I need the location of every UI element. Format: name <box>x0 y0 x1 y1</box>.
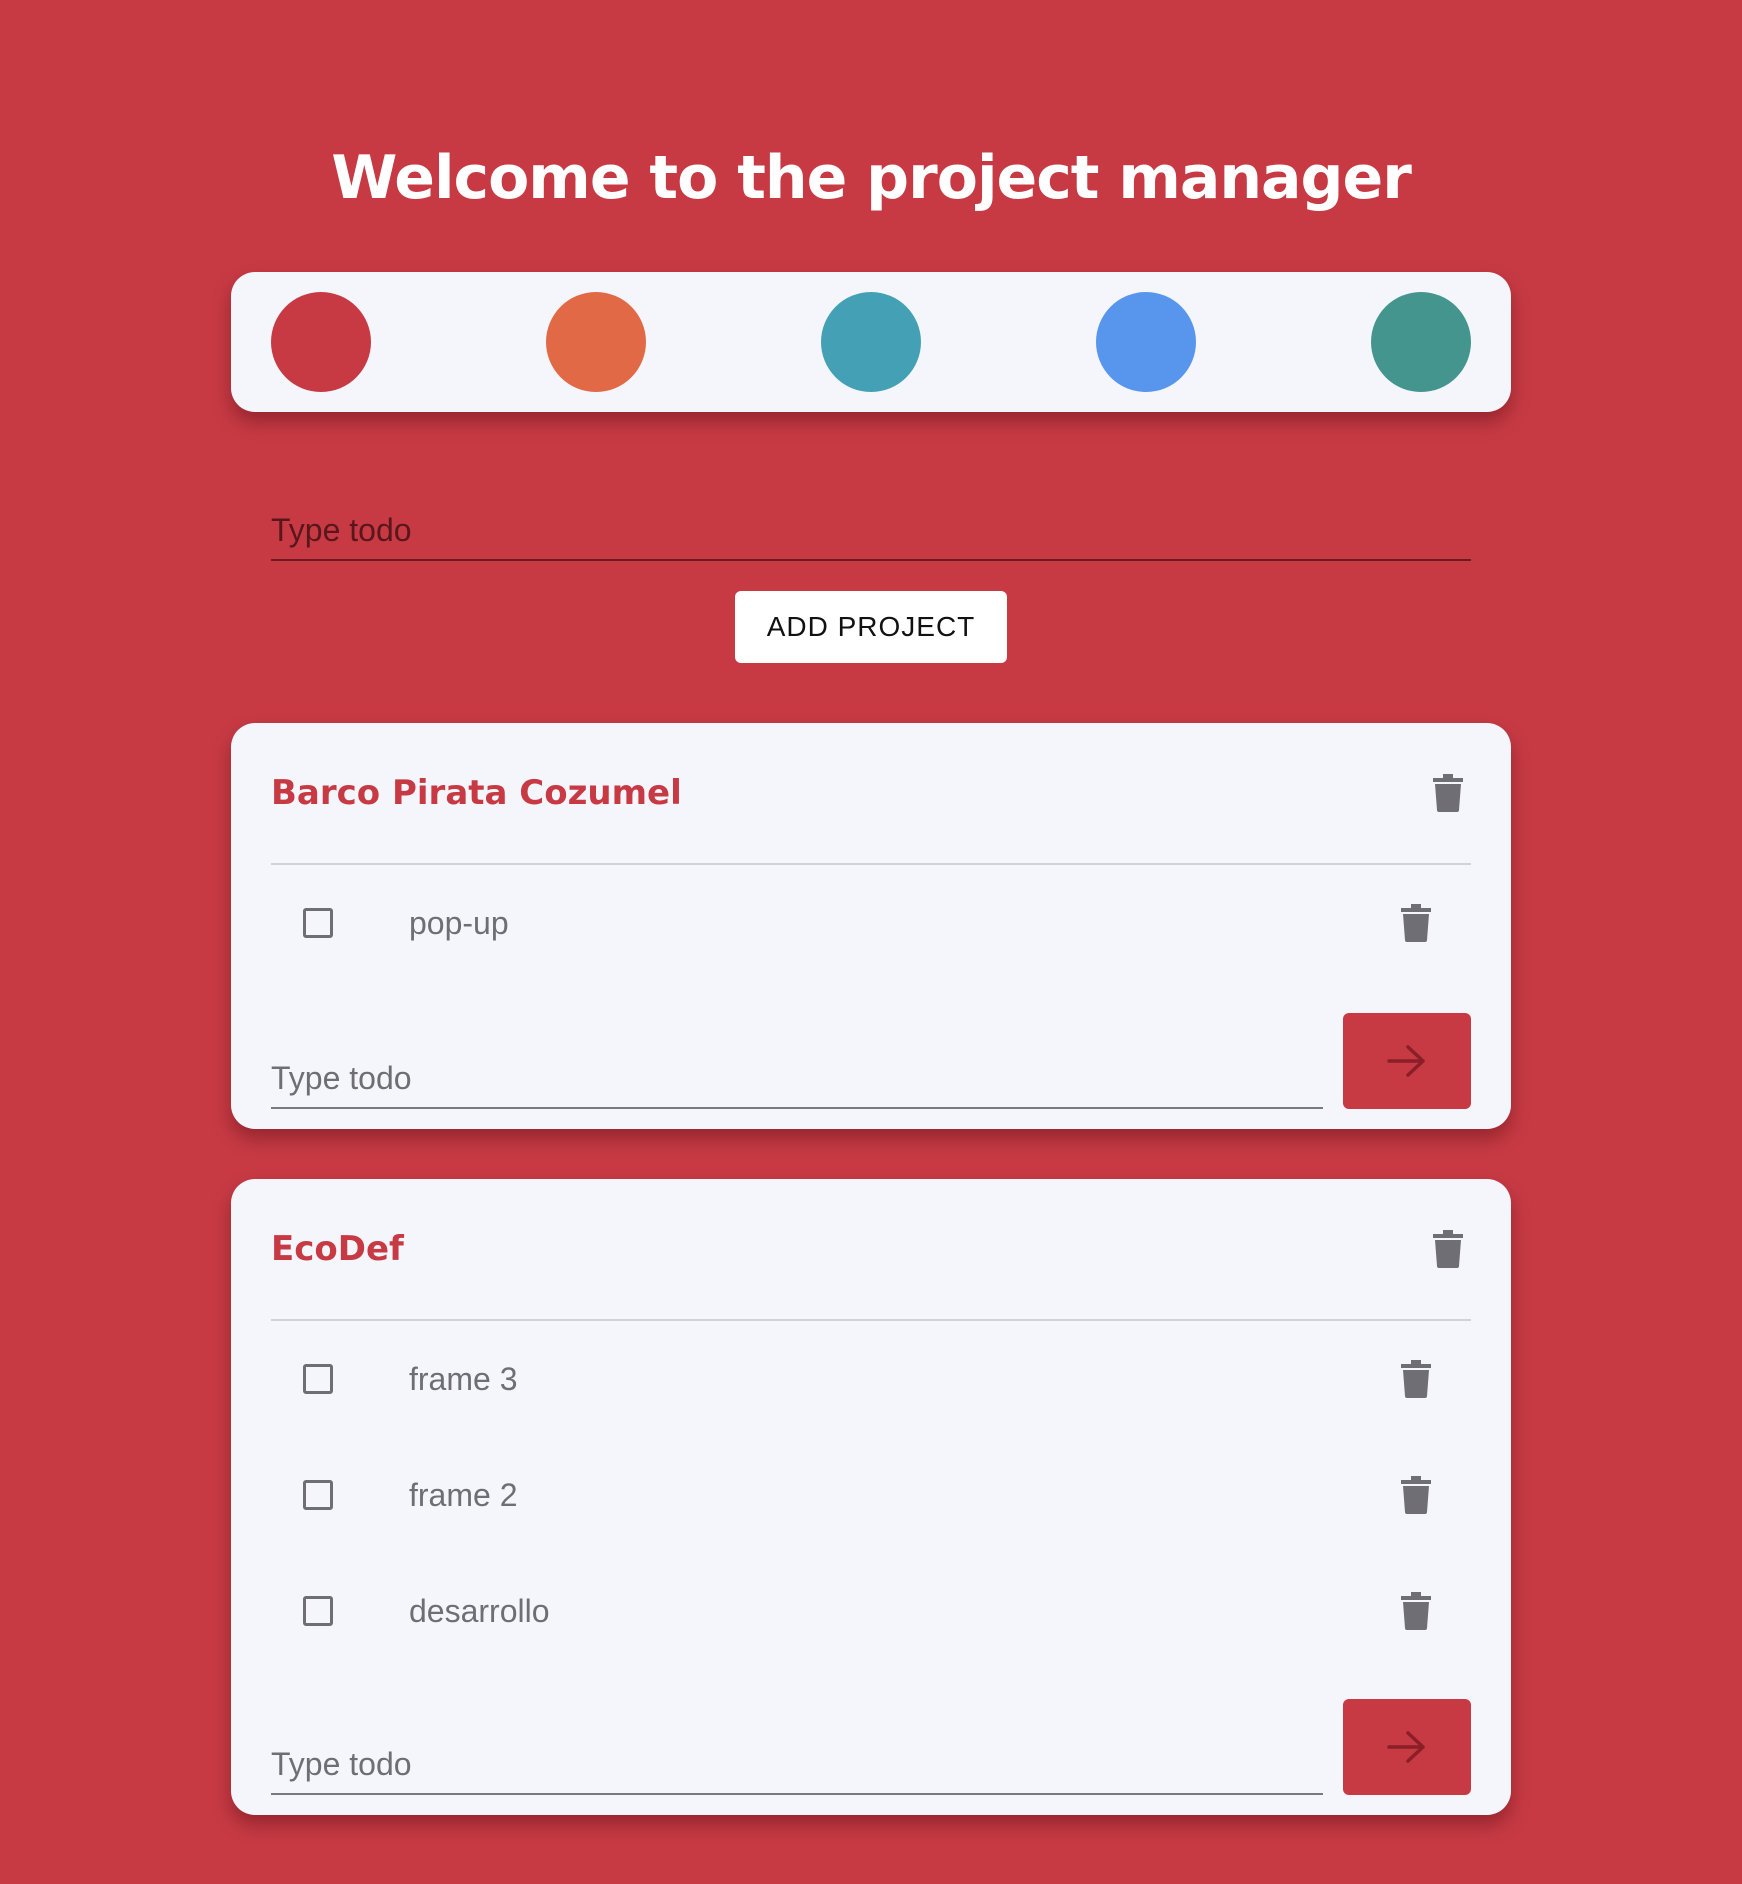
color-swatch-green[interactable] <box>1371 292 1471 392</box>
add-project-button[interactable]: ADD PROJECT <box>734 591 1008 663</box>
add-todo-button[interactable] <box>1343 1013 1471 1109</box>
color-swatch-blue[interactable] <box>1096 292 1196 392</box>
todo-item: frame 3 <box>271 1321 1471 1437</box>
trash-icon[interactable] <box>1401 904 1431 942</box>
trash-icon[interactable] <box>1401 1360 1431 1398</box>
todo-label: pop-up <box>409 904 509 941</box>
todo-input[interactable] <box>271 1060 1323 1109</box>
todo-label: desarrollo <box>409 1592 550 1629</box>
trash-icon[interactable] <box>1401 1592 1431 1630</box>
add-todo-button[interactable] <box>1343 1699 1471 1795</box>
todo-item: pop-up <box>271 865 1471 981</box>
todo-item: desarrollo <box>271 1553 1471 1669</box>
new-project-form: ADD PROJECT <box>231 512 1511 663</box>
color-swatch-orange[interactable] <box>546 292 646 392</box>
add-project-wrapper: ADD PROJECT <box>271 591 1471 663</box>
project-card: Barco Pirata Cozumel pop-up <box>231 723 1511 1129</box>
app-container: Welcome to the project manager ADD PROJE… <box>231 0 1511 1815</box>
new-project-input[interactable] <box>271 512 1471 561</box>
trash-icon[interactable] <box>1401 1476 1431 1514</box>
add-todo-form <box>271 1013 1471 1109</box>
todo-label: frame 2 <box>409 1476 518 1513</box>
todo-checkbox[interactable] <box>303 1596 333 1626</box>
project-title: EcoDef <box>271 1229 404 1269</box>
page-title: Welcome to the project manager <box>331 143 1412 213</box>
project-header: EcoDef <box>271 1179 1471 1321</box>
color-swatch-teal[interactable] <box>821 292 921 392</box>
add-todo-form <box>271 1699 1471 1795</box>
todo-item: frame 2 <box>271 1437 1471 1553</box>
arrow-right-icon <box>1387 1045 1425 1077</box>
todo-input[interactable] <box>271 1746 1323 1795</box>
project-header: Barco Pirata Cozumel <box>271 723 1471 865</box>
todo-checkbox[interactable] <box>303 908 333 938</box>
trash-icon[interactable] <box>1433 1230 1463 1268</box>
trash-icon[interactable] <box>1433 774 1463 812</box>
todo-checkbox[interactable] <box>303 1480 333 1510</box>
todo-checkbox[interactable] <box>303 1364 333 1394</box>
arrow-right-icon <box>1387 1731 1425 1763</box>
color-swatch-red[interactable] <box>271 292 371 392</box>
project-card: EcoDef frame 3 frame 2 desarrollo <box>231 1179 1511 1815</box>
project-title: Barco Pirata Cozumel <box>271 773 682 813</box>
color-palette <box>231 272 1511 412</box>
todo-label: frame 3 <box>409 1360 518 1397</box>
